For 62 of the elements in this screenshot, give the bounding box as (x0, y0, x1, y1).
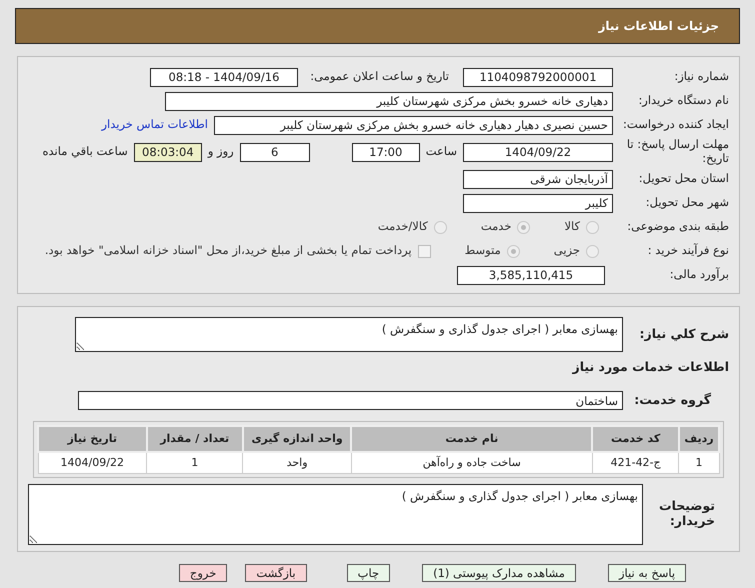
checkbox-label: پرداخت تمام یا بخشی از مبلغ خرید،از محل "اسناد خزانه اسلامی" خواهد بود. (44, 242, 412, 260)
contact-link[interactable]: اطلاعات تماس خریدار (101, 116, 208, 134)
field-label: ساعت (426, 143, 457, 160)
field-label: شماره نیاز: (673, 68, 729, 86)
option-label: متوسط (464, 242, 501, 260)
field-label: شرح کلي نیاز: (638, 325, 729, 343)
text-field[interactable]: حسین نصیری دهیار دهیاری خانه خسرو بخش مرکزی شهرستان کلیبر (214, 116, 613, 134)
text-field[interactable]: ساختمان (78, 391, 623, 410)
field-label: استان محل تحویل: (638, 170, 729, 188)
column-header: ردیف (678, 426, 719, 452)
table-cell: 1404/09/22 (38, 452, 146, 474)
field-label: ساعت باقي مانده (42, 143, 128, 160)
text-field[interactable]: 1404/09/22 (463, 142, 613, 162)
text-field[interactable]: 3,585,110,415 (457, 266, 605, 284)
action-button[interactable]: خروج (178, 564, 228, 582)
field-label: طبقه بندی موضوعی: (626, 218, 729, 236)
column-header: واحد اندازه گیری (242, 426, 352, 452)
radio-button[interactable] (586, 244, 599, 258)
action-button[interactable]: چاپ (346, 564, 390, 582)
field-label: گروه خدمت: (633, 391, 712, 410)
text-field[interactable]: کلیبر (463, 194, 613, 212)
field-label: ایجاد کننده درخواست: (622, 116, 729, 134)
action-button[interactable]: پاسخ به نیاز (608, 564, 686, 582)
text-area[interactable]: بهسازی معابر ( اجرای جدول گذاری و سنگفرش ) (75, 317, 623, 352)
column-header: کد خدمت (592, 426, 679, 452)
text-field[interactable]: دهیاری خانه خسرو بخش مرکزی شهرستان کلیبر (165, 92, 613, 110)
field-label: مهلت ارسال پاسخ: تا تاریخ: (626, 138, 729, 166)
field-label: برآورد مالی: (668, 266, 729, 284)
radio-button[interactable] (434, 220, 447, 234)
text-area[interactable]: بهسازی معابر ( اجرای جدول گذاری و سنگفرش ) (28, 484, 643, 546)
field-label: توضیحات خریدار: (658, 497, 716, 528)
action-button[interactable]: مشاهده مدارک پیوستی (1) (422, 564, 576, 582)
table-cell: 1 (146, 452, 243, 474)
table-cell: 1 (678, 452, 719, 474)
column-header: تاریخ نیاز (38, 426, 146, 452)
option-label: کالا/خدمت (378, 218, 428, 236)
checkbox[interactable] (418, 244, 431, 258)
page-header: جزئیات اطلاعات نیاز (15, 8, 740, 44)
radio-button[interactable] (506, 244, 520, 258)
text-field[interactable]: 08:03:04 (134, 142, 202, 162)
action-button[interactable]: بازگشت (245, 564, 307, 582)
text-field[interactable]: آذربایجان شرقی (463, 170, 613, 188)
field-label: نوع فرآیند خرید : (646, 242, 729, 260)
column-header: تعداد / مقدار (146, 426, 243, 452)
section-heading: اطلاعات خدمات مورد نیاز (571, 358, 729, 376)
column-header: نام خدمت (351, 426, 592, 452)
text-field[interactable]: 6 (240, 142, 310, 162)
text-field[interactable]: 1404/09/16 - 08:18 (150, 68, 298, 86)
table-cell: واحد (242, 452, 352, 474)
field-label: شهر محل تحویل: (644, 194, 729, 212)
table-cell: ساخت جاده و راه‌آهن (351, 452, 592, 474)
text-field[interactable]: 17:00 (352, 142, 420, 162)
option-label: کالا (564, 218, 580, 236)
option-label: جزیی (554, 242, 580, 260)
field-label: تاریخ و ساعت اعلان عمومی: (309, 68, 449, 86)
text-field[interactable]: 1104098792000001 (463, 68, 613, 86)
radio-button[interactable] (586, 220, 599, 234)
field-label: نام دستگاه خریدار: (637, 92, 729, 110)
option-label: خدمت (480, 218, 512, 236)
table-cell: ج-42-421 (592, 452, 679, 474)
field-label: روز و (208, 143, 234, 160)
radio-button[interactable] (517, 220, 530, 234)
